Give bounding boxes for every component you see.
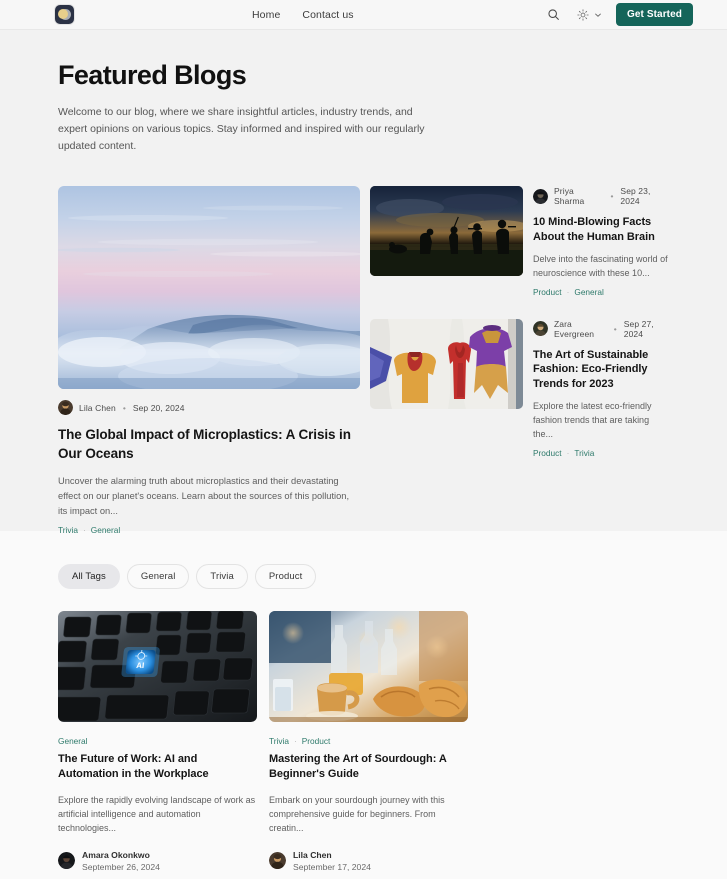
sun-icon[interactable]	[575, 7, 591, 23]
author-name: Priya Sharma	[554, 186, 585, 206]
publish-date: September 17, 2024	[293, 861, 371, 872]
featured-side-article[interactable]: Priya Sharma • Sep 23, 2024 10 Mind-Blow…	[370, 186, 669, 297]
post-tags: General	[58, 736, 257, 746]
featured-side-description: Delve into the fascinating world of neur…	[533, 253, 668, 278]
post-author-block: Amara Okonkwo September 26, 2024	[58, 849, 257, 874]
avatar	[58, 400, 73, 415]
post-title[interactable]: The Future of Work: AI and Automation in…	[58, 752, 257, 782]
featured-container: Featured Blogs Welcome to our blog, wher…	[55, 60, 672, 535]
blog-page: Home Contact us Get Started Featured Blo…	[0, 0, 727, 879]
tag-separator: ·	[566, 447, 570, 458]
tag-separator: ·	[293, 736, 297, 746]
meta-separator: •	[122, 402, 126, 413]
featured-side-image[interactable]	[370, 318, 523, 409]
chevron-down-icon[interactable]	[593, 7, 603, 23]
post-card[interactable]: AI General The Future of Work: AI and Au…	[58, 611, 257, 873]
featured-main-title[interactable]: The Global Impact of Microplastics: A Cr…	[58, 426, 360, 463]
featured-main-tags: Trivia · General	[58, 525, 360, 535]
avatar	[533, 188, 548, 204]
featured-side-meta: Zara Evergreen • Sep 27, 2024	[533, 319, 669, 339]
featured-side-list: Priya Sharma • Sep 23, 2024 10 Mind-Blow…	[370, 186, 669, 535]
post-description: Embark on your sourdough journey with th…	[269, 795, 445, 834]
tag-separator: ·	[566, 286, 570, 297]
get-started-button[interactable]: Get Started	[615, 3, 693, 26]
publish-date: Sep 27, 2024	[623, 318, 654, 339]
featured-main-image[interactable]	[58, 186, 360, 389]
nav-item-home[interactable]: Home	[252, 9, 280, 21]
featured-side-body: Priya Sharma • Sep 23, 2024 10 Mind-Blow…	[533, 186, 669, 297]
post-author-text: Amara Okonkwo September 26, 2024	[82, 849, 160, 874]
tag[interactable]: General	[58, 736, 88, 746]
avatar	[58, 852, 75, 870]
featured-side-title[interactable]: The Art of Sustainable Fashion: Eco-Frie…	[533, 348, 669, 393]
post-author-text: Lila Chen September 17, 2024	[293, 849, 371, 874]
featured-main-meta: Lila Chen • Sep 20, 2024	[58, 400, 360, 415]
tag[interactable]: General	[91, 525, 121, 535]
meta-separator: •	[613, 323, 617, 334]
featured-side-body: Zara Evergreen • Sep 27, 2024 The Art of…	[533, 319, 669, 458]
post-card-grid: AI General The Future of Work: AI and Au…	[58, 611, 669, 873]
logo-crescent-shape	[58, 9, 68, 19]
post-card[interactable]: Trivia · Product Mastering the Art of So…	[269, 611, 468, 873]
featured-side-tags: Product · General	[533, 287, 669, 297]
post-image[interactable]: AI	[58, 611, 257, 722]
publish-date: Sep 23, 2024	[620, 186, 651, 206]
author-name: Lila Chen	[293, 849, 332, 860]
featured-side-title[interactable]: 10 Mind-Blowing Facts About the Human Br…	[533, 215, 669, 245]
tag[interactable]: Product	[533, 287, 562, 297]
featured-side-tags: Product · Trivia	[533, 448, 669, 458]
filter-product[interactable]: Product	[254, 564, 317, 589]
filter-all-tags[interactable]: All Tags	[58, 564, 120, 589]
tag[interactable]: Trivia	[269, 736, 289, 746]
posts-section: All Tags General Trivia Product AI Gener…	[0, 531, 727, 874]
publish-date: Sep 20, 2024	[132, 402, 185, 413]
post-description: Explore the rapidly evolving landscape o…	[58, 795, 256, 834]
header-actions: Get Started	[546, 3, 693, 26]
post-title[interactable]: Mastering the Art of Sourdough: A Beginn…	[269, 752, 468, 782]
featured-side-description: Explore the latest eco-friendly fashion …	[533, 401, 652, 439]
featured-main-description: Uncover the alarming truth about micropl…	[58, 476, 350, 516]
post-image[interactable]	[269, 611, 468, 722]
page-title: Featured Blogs	[58, 60, 247, 90]
tag[interactable]: Product	[533, 448, 562, 458]
page-subtitle: Welcome to our blog, where we share insi…	[58, 106, 425, 152]
tag[interactable]: Trivia	[574, 448, 594, 458]
site-header: Home Contact us Get Started	[0, 0, 727, 30]
author-name: Amara Okonkwo	[82, 849, 150, 860]
featured-grid: Lila Chen • Sep 20, 2024 The Global Impa…	[58, 186, 669, 535]
featured-side-meta: Priya Sharma • Sep 23, 2024	[533, 186, 669, 206]
nav-item-contact-us[interactable]: Contact us	[302, 9, 353, 21]
main-navigation: Home Contact us	[252, 9, 354, 21]
search-icon[interactable]	[546, 7, 562, 23]
tag[interactable]: Product	[302, 736, 331, 746]
avatar	[269, 852, 286, 870]
post-author-block: Lila Chen September 17, 2024	[269, 849, 468, 874]
filter-general[interactable]: General	[126, 564, 190, 589]
author-name: Lila Chen	[79, 402, 116, 413]
filter-trivia[interactable]: Trivia	[196, 564, 248, 589]
post-tags: Trivia · Product	[269, 736, 468, 746]
theme-switcher[interactable]	[575, 7, 603, 23]
meta-separator: •	[610, 191, 614, 201]
tag[interactable]: General	[574, 287, 604, 297]
tag-filter-bar: All Tags General Trivia Product	[58, 564, 669, 589]
tag[interactable]: Trivia	[58, 525, 78, 535]
avatar	[533, 321, 548, 337]
svg-text:AI: AI	[136, 661, 145, 670]
moon-logo-icon[interactable]	[55, 5, 74, 24]
author-name: Zara Evergreen	[554, 318, 595, 339]
featured-section: Featured Blogs Welcome to our blog, wher…	[0, 30, 727, 535]
featured-side-article[interactable]: Zara Evergreen • Sep 27, 2024 The Art of…	[370, 318, 669, 458]
publish-date: September 26, 2024	[82, 861, 160, 872]
posts-container: All Tags General Trivia Product AI Gener…	[55, 564, 672, 873]
tag-separator: ·	[82, 524, 86, 535]
featured-side-image[interactable]	[370, 186, 523, 276]
featured-main-article[interactable]: Lila Chen • Sep 20, 2024 The Global Impa…	[58, 186, 360, 535]
